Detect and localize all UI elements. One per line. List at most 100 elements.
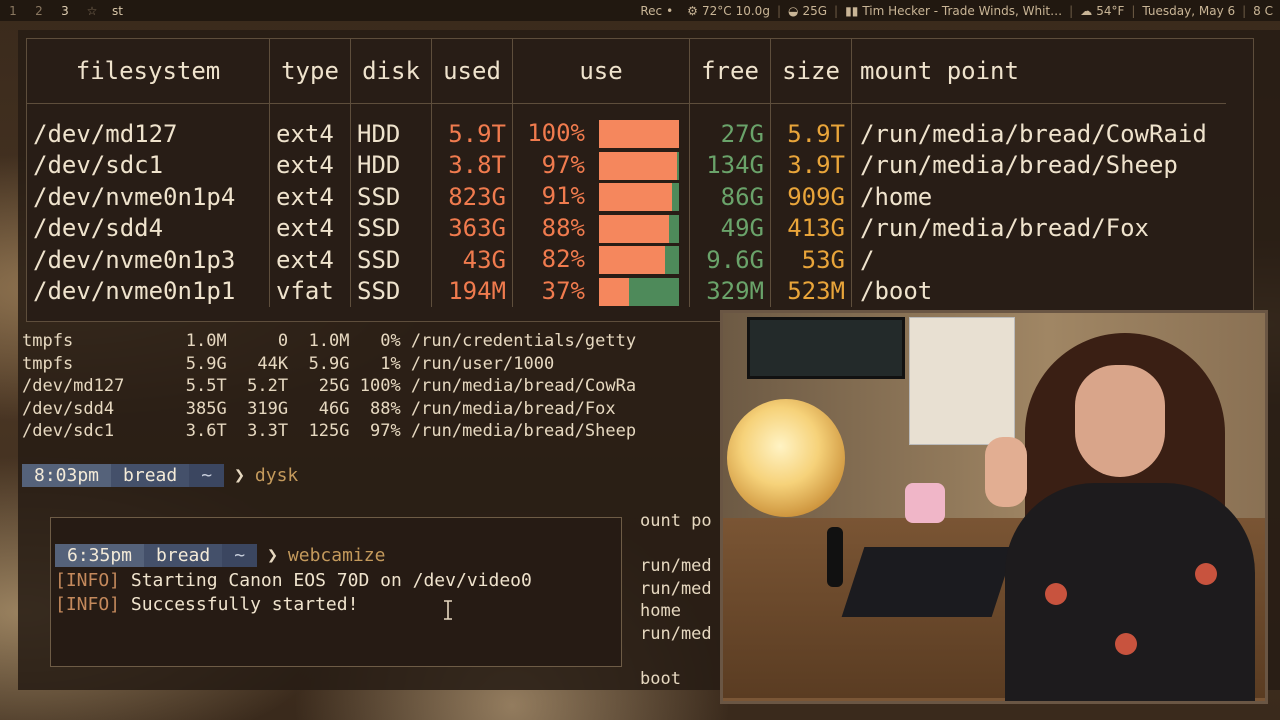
log-message: Starting Canon EOS 70D on /dev/video0 [120, 570, 532, 591]
usage-bar [599, 214, 679, 243]
use-cell: 97% [512, 149, 690, 181]
table-row: /dev/sdc1 ext4 HDD 3.8T 97% 134G 3.9T/run/medi… [27, 149, 1226, 181]
mount-point-cell: /home [860, 182, 933, 211]
person-hand [985, 437, 1027, 507]
music-module[interactable]: ▮▮ Tim Hecker - Trade Winds, Whit… [838, 4, 1069, 18]
person-sweater [1005, 483, 1255, 701]
prompt-time: 6:35pm [55, 544, 145, 567]
webcamize-terminal-window[interactable]: 6:35pm bread ~ ❯ webcamize [INFO] Starti… [50, 517, 622, 667]
disk-icon: ◒ [787, 3, 799, 18]
type-cell: ext4 [269, 212, 351, 244]
disk-module: ◒ 25G [781, 4, 834, 18]
col-size: size [770, 39, 852, 104]
prompt-user: bread [144, 544, 223, 567]
prompt-arrow-icon: ❯ [234, 465, 245, 486]
usage-bar-fill [599, 246, 665, 275]
use-percent: 88% [541, 213, 585, 242]
use-cell: 91% [512, 181, 690, 213]
mount-point-cell: /run/media/bread/CowRaid [860, 119, 1207, 148]
person-face [1075, 365, 1165, 477]
weather-temp: 54°F [1096, 3, 1125, 18]
status-modules: Rec • ⚙ 72°C 10.0g | ◒ 25G | ▮▮ Tim Heck… [633, 0, 1280, 21]
window-title: st [112, 3, 123, 18]
mount-point-cell: /boot [860, 277, 933, 306]
partial-line: boot [640, 668, 681, 689]
table-body: /dev/md127 ext4 HDD 5.9T 100% 27G 5.9T/run/med… [27, 103, 1226, 307]
size-cell: 53G [770, 244, 852, 276]
partial-line: home [640, 601, 681, 621]
size-cell: 413G [770, 212, 852, 244]
extra-indicator: 8 C [1253, 3, 1273, 18]
filesystem-cell: /dev/sdc1 [27, 149, 270, 181]
table-row: /dev/nvme0n1p4 ext4 SSD 823G 91% 86G 909G/home [27, 181, 1226, 213]
use-cell: 82% [512, 244, 690, 276]
mount-point-cell: /run/media/bread/Fox [860, 214, 1149, 243]
shell-prompt: 8:03pm bread ~ ❯ dysk [22, 464, 298, 487]
weather-icon: ☁ [1080, 3, 1093, 18]
usage-bar [599, 183, 679, 212]
workspace-2[interactable]: 2 [26, 4, 52, 18]
table-row: /dev/md127 ext4 HDD 5.9T 100% 27G 5.9T/run/med… [27, 118, 1226, 150]
prompt-command: dysk [254, 465, 299, 486]
col-used: used [431, 39, 513, 104]
memory-usage: 10.0g [735, 3, 770, 18]
partial-line: run/med [640, 623, 712, 644]
table-row: /dev/sdd4 ext4 SSD 363G 88% 49G 413G/run/media… [27, 212, 1226, 244]
back-terminal-partial-output: ount po run/med run/med home run/med boo… [640, 510, 712, 690]
used-cell: 3.8T [431, 149, 513, 181]
used-cell: 823G [431, 181, 513, 213]
col-disk: disk [350, 39, 432, 104]
mount-point-cell: / [860, 245, 875, 274]
type-cell: ext4 [269, 244, 351, 276]
webcam-candle [905, 483, 945, 523]
prompt-dir: ~ [189, 464, 225, 487]
used-cell: 43G [431, 244, 513, 276]
col-filesystem: filesystem [27, 39, 270, 104]
disk-cell: SSD [350, 244, 432, 276]
star-icon[interactable]: ☆ [78, 4, 106, 18]
type-cell: vfat [269, 275, 351, 307]
disk-cell: SSD [350, 212, 432, 244]
music-icon: ▮▮ [845, 3, 859, 18]
prompt-arrow-icon: ❯ [267, 545, 278, 566]
use-percent: 91% [541, 182, 585, 211]
disk-cell: HDD [350, 149, 432, 181]
usage-bar [599, 151, 679, 180]
webcam-monitor [747, 317, 905, 379]
free-cell: 86G [689, 181, 771, 213]
cpu-temp-module: ⚙ 72°C 10.0g [680, 4, 777, 18]
workspace-1[interactable]: 1 [0, 4, 26, 18]
recording-indicator[interactable]: Rec • [633, 4, 680, 18]
free-cell: 134G [689, 149, 771, 181]
col-use: use [512, 39, 690, 104]
now-playing: Tim Hecker - Trade Winds, Whit… [862, 3, 1063, 18]
use-percent: 37% [541, 276, 585, 305]
mount-point-cell: /run/media/bread/Sheep [860, 151, 1178, 180]
usage-bar-fill [599, 183, 672, 212]
workspace-3[interactable]: 3 [52, 4, 78, 18]
disk-free: 25G [802, 3, 828, 18]
size-cell: 3.9T [770, 149, 852, 181]
df-line: /dev/sdd4 385G 319G 46G 88% /run/media/b… [22, 398, 616, 419]
cpu-temp: 72°C [701, 3, 732, 18]
dysk-window[interactable]: filesystem type disk used use free size … [26, 38, 1254, 322]
log-level: [INFO] [55, 594, 121, 615]
df-line: /dev/md127 5.5T 5.2T 25G 100% /run/media… [22, 376, 637, 396]
sweater-flower [1195, 563, 1217, 585]
df-output: tmpfs 1.0M 0 1.0M 0% /run/credentials/ge… [22, 330, 636, 443]
status-bar: 1 2 3 ☆ st Rec • ⚙ 72°C 10.0g | ◒ 25G | … [0, 0, 1280, 21]
webcam-microphone [827, 527, 843, 587]
partial-line: run/med [640, 578, 712, 599]
free-cell: 49G [689, 212, 771, 244]
date-module: Tuesday, May 6 [1135, 4, 1242, 18]
disk-usage-table: filesystem type disk used use free size … [27, 39, 1226, 307]
use-cell: 100% [512, 118, 690, 150]
table-row: /dev/nvme0n1p3 ext4 SSD 43G 82% 9.6G 53G / [27, 244, 1226, 276]
partial-line: run/med [640, 556, 712, 576]
type-cell: ext4 [269, 149, 351, 181]
type-cell: ext4 [269, 181, 351, 213]
disk-cell: SSD [350, 275, 432, 307]
free-cell: 329M [689, 275, 771, 307]
webcam-feed [720, 310, 1268, 704]
spacer-row [27, 103, 1226, 118]
